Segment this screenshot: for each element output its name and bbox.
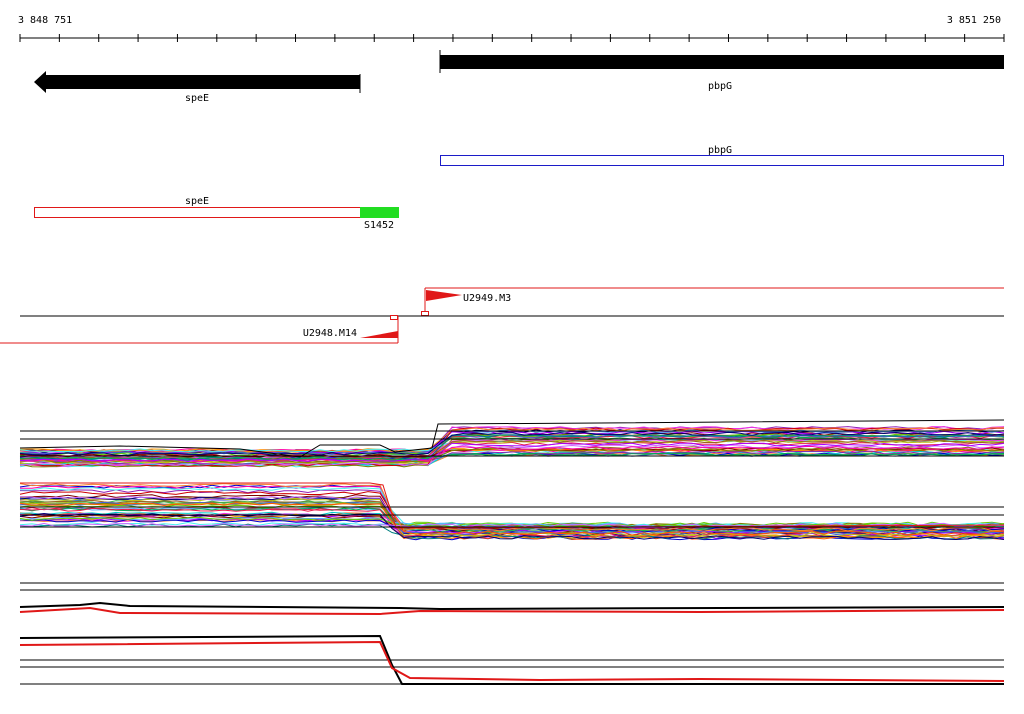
gene-label-pbpG: pbpG <box>708 81 732 92</box>
ruler-start-label: 3 848 751 <box>18 15 72 26</box>
annotation-box-pbpG[interactable] <box>440 155 1004 166</box>
profile-selected-red <box>19 640 1005 682</box>
gene-arrow-speE[interactable] <box>34 71 360 93</box>
ruler-end-label: 3 851 250 <box>947 15 1001 26</box>
tss-marker-U2949 <box>421 311 429 316</box>
transcript-label-U2948: U2948.M14 <box>303 328 357 339</box>
selected-profiles-minus-strand <box>19 634 1005 685</box>
annotation-box-speE[interactable] <box>34 207 361 218</box>
gene-arrow-pbpG[interactable] <box>440 55 1004 69</box>
annotation-label-pbpG: pbpG <box>708 145 732 156</box>
tss-flag-U2949[interactable] <box>426 290 462 301</box>
gene-label-speE: speE <box>185 93 209 104</box>
expression-profiles-plus-strand <box>19 419 1005 468</box>
tss-flag-U2948[interactable] <box>360 331 398 338</box>
annotation-label-speE: speE <box>185 196 209 207</box>
annotation-label-S1452: S1452 <box>364 220 394 231</box>
coordinate-ruler: 3 848 751 3 851 250 <box>18 15 1005 42</box>
transcript-label-U2949: U2949.M3 <box>463 293 511 304</box>
expression-profiles-minus-strand <box>19 482 1005 541</box>
transcript-track: U2949.M3 U2948.M14 <box>0 287 1004 344</box>
annotation-box-S1452[interactable] <box>360 207 399 218</box>
gene-track: speE pbpG <box>34 50 1004 104</box>
annotation-track: pbpG speE S1452 <box>34 145 1004 231</box>
tss-marker-U2948 <box>390 315 398 320</box>
profile-selected-black <box>19 601 1005 611</box>
genome-browser-view: 3 848 751 3 851 250 speE pbpG pbpG speE … <box>0 15 1005 685</box>
selected-profiles-plus-strand <box>19 582 1005 616</box>
